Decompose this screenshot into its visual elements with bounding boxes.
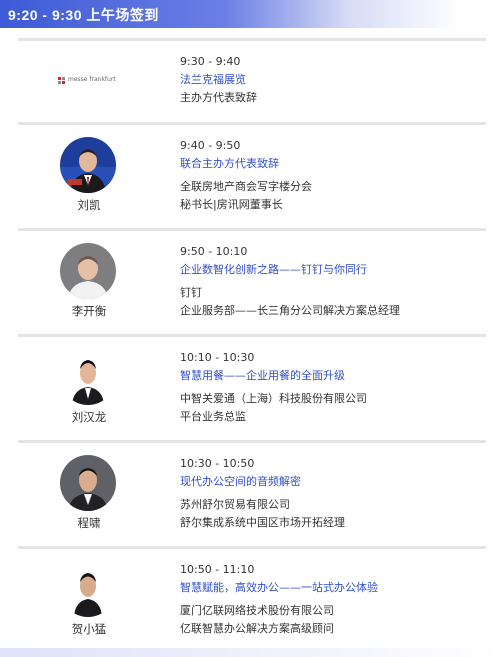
speaker-name: 刘凯	[77, 198, 101, 212]
session-details: 9:40 - 9:50 联合主办方代表致辞 全联房地产商会写字楼分会 秘书长|房…	[180, 137, 480, 214]
speaker-column: 贺小猛	[18, 549, 160, 652]
agenda-item: 贺小猛 10:50 - 11:10 智慧赋能，高效办公——一站式办公体验 厦门亿…	[18, 546, 486, 652]
session-details: 9:50 - 10:10 企业数智化创新之路——钉钉与你同行 钉钉 企业服务部—…	[180, 243, 480, 320]
speaker-role: 企业服务部——长三角分公司解决方案总经理	[180, 304, 400, 317]
session-details: 10:50 - 11:10 智慧赋能，高效办公——一站式办公体验 厦门亿联网络技…	[180, 561, 480, 638]
session-time: 9:50 - 10:10	[180, 245, 248, 258]
header-bar: 9:20 - 9:30 上午场签到	[0, 0, 500, 28]
session-topic: 现代办公空间的音频解密	[180, 475, 301, 488]
speaker-company: 苏州舒尔贸易有限公司	[180, 498, 290, 511]
agenda-item: 程啸 10:30 - 10:50 现代办公空间的音频解密 苏州舒尔贸易有限公司 …	[18, 440, 486, 546]
messe-frankfurt-logo: messe frankfurt	[58, 75, 128, 89]
session-time: 9:40 - 9:50	[180, 139, 241, 152]
logo-text: messe frankfurt	[68, 76, 116, 83]
speaker-role: 亿联智慧办公解决方案高级顾问	[180, 622, 334, 635]
speaker-role: 舒尔集成系统中国区市场开拓经理	[180, 516, 345, 529]
speaker-avatar	[60, 561, 116, 617]
speaker-company: 厦门亿联网络技术股份有限公司	[180, 604, 334, 617]
header-title: 9:20 - 9:30 上午场签到	[8, 7, 159, 23]
speaker-role: 秘书长|房讯网董事长	[180, 198, 283, 211]
footer-bar	[0, 648, 500, 657]
speaker-role: 平台业务总监	[180, 410, 246, 423]
speaker-name: 李开衡	[71, 304, 107, 318]
agenda-list: messe frankfurt 9:30 - 9:40 法兰克福展览 主办方代表…	[18, 38, 486, 652]
session-topic: 智慧用餐——企业用餐的全面升级	[180, 369, 345, 382]
speaker-name: 程啸	[77, 516, 101, 530]
session-time: 10:30 - 10:50	[180, 457, 255, 470]
session-time: 10:50 - 11:10	[180, 563, 255, 576]
session-details: 9:30 - 9:40 法兰克福展览 主办方代表致辞	[180, 53, 480, 107]
speaker-column: 程啸	[18, 443, 160, 546]
agenda-item: messe frankfurt 9:30 - 9:40 法兰克福展览 主办方代表…	[18, 38, 486, 122]
session-topic: 联合主办方代表致辞	[180, 157, 279, 170]
agenda-item: 李开衡 9:50 - 10:10 企业数智化创新之路——钉钉与你同行 钉钉 企业…	[18, 228, 486, 334]
session-topic: 法兰克福展览	[180, 73, 246, 86]
speaker-name: 贺小猛	[71, 622, 107, 636]
session-topic: 企业数智化创新之路——钉钉与你同行	[180, 263, 367, 276]
speaker-column: 李开衡	[18, 231, 160, 334]
speaker-column: messe frankfurt	[18, 41, 160, 122]
session-time: 9:30 - 9:40	[180, 55, 241, 68]
agenda-item: 刘汉龙 10:10 - 10:30 智慧用餐——企业用餐的全面升级 中智关爱通（…	[18, 334, 486, 440]
session-topic: 智慧赋能，高效办公——一站式办公体验	[180, 581, 378, 594]
speaker-name: 刘汉龙	[71, 410, 107, 424]
session-subtitle: 主办方代表致辞	[180, 91, 257, 104]
speaker-column: 刘汉龙	[18, 337, 160, 440]
speaker-company: 中智关爱通（上海）科技股份有限公司	[180, 392, 367, 405]
session-time: 10:10 - 10:30	[180, 351, 255, 364]
speaker-column: 刘凯	[18, 125, 160, 228]
logo-mark-icon	[58, 77, 65, 84]
session-details: 10:10 - 10:30 智慧用餐——企业用餐的全面升级 中智关爱通（上海）科…	[180, 349, 480, 426]
session-details: 10:30 - 10:50 现代办公空间的音频解密 苏州舒尔贸易有限公司 舒尔集…	[180, 455, 480, 532]
speaker-avatar	[60, 243, 116, 299]
speaker-company: 全联房地产商会写字楼分会	[180, 180, 312, 193]
agenda-item: 刘凯 9:40 - 9:50 联合主办方代表致辞 全联房地产商会写字楼分会 秘书…	[18, 122, 486, 228]
speaker-avatar	[60, 455, 116, 511]
speaker-avatar	[60, 137, 116, 193]
speaker-avatar	[60, 349, 116, 405]
speaker-company: 钉钉	[180, 286, 202, 299]
